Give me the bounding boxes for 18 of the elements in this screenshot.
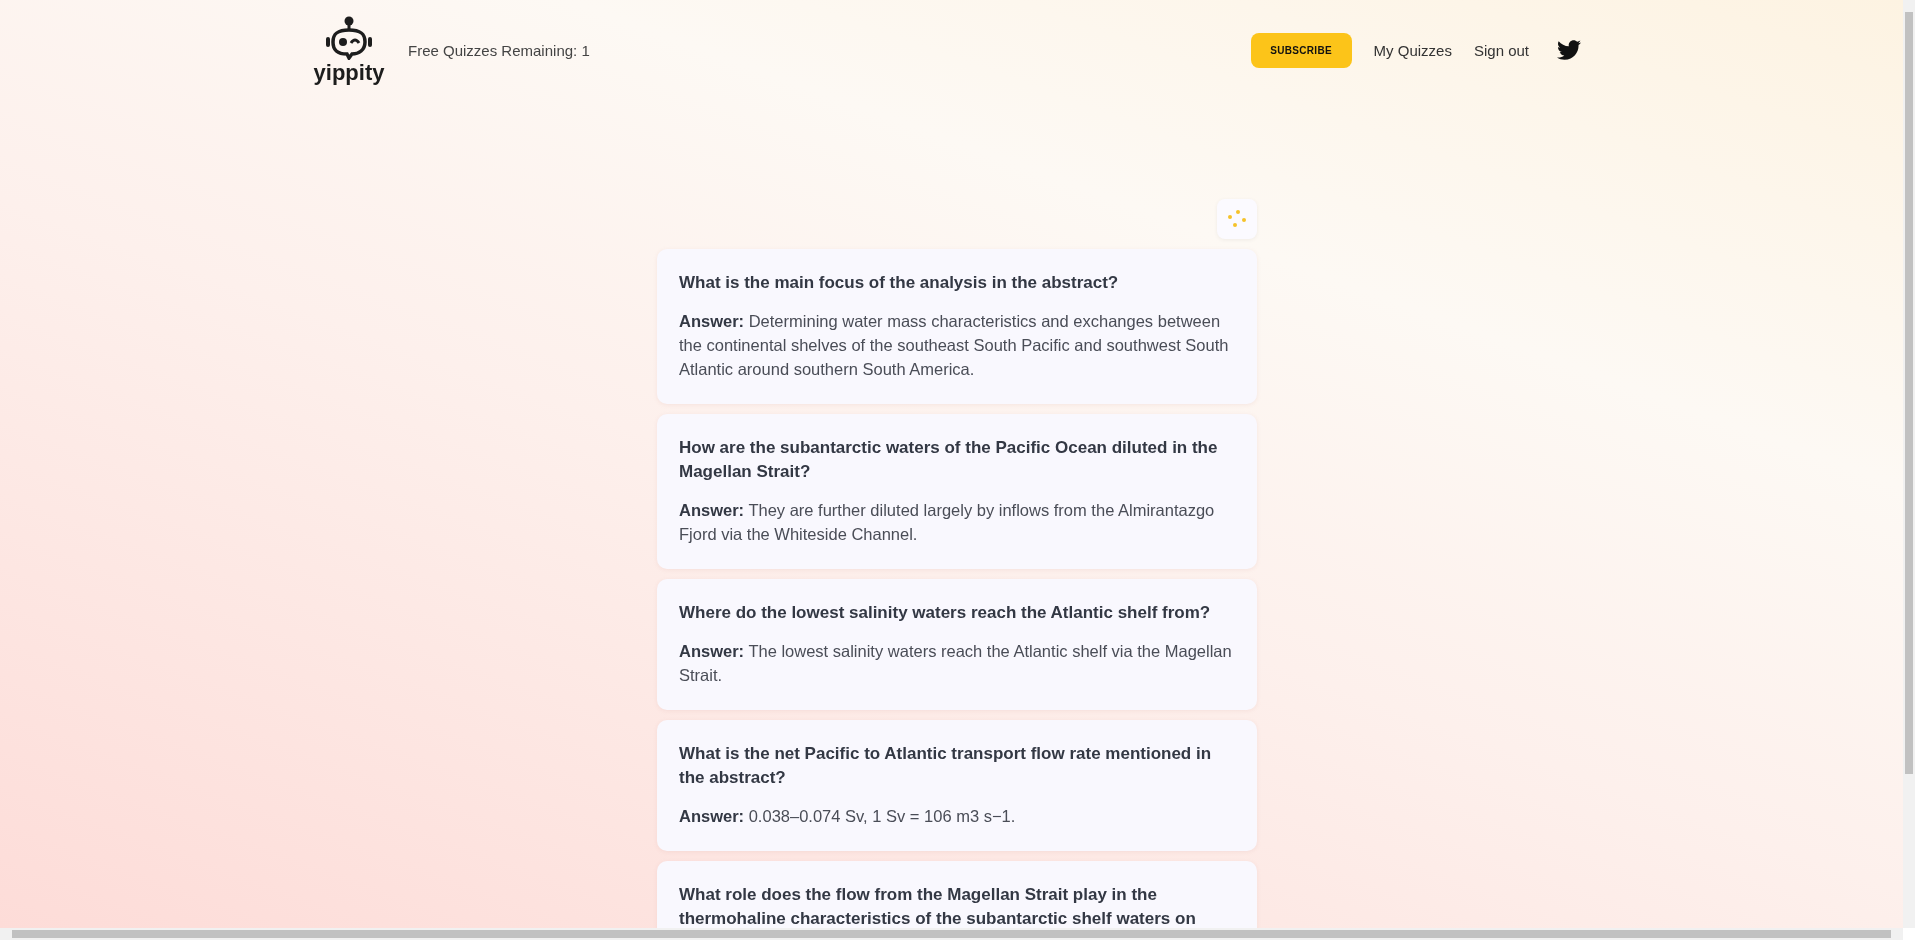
subscribe-button[interactable]: SUBSCRIBE [1250,32,1352,68]
nav-link[interactable]: My Quizzes [1373,41,1452,59]
robot-icon [325,16,373,60]
nav-link[interactable]: Sign out [1473,41,1529,59]
answer-text: Answer: 0.038–0.074 Sv, 1 Sv = 106 m3 s−1. [679,806,1017,827]
question-text: What is the main focus of the analysis in the abstract? [679,272,1120,294]
spinner-icon [1227,209,1247,229]
bird-icon[interactable] [1557,38,1581,62]
answer-text: Answer: The lowest salinity waters reach the Atlantic shelf via the Magellan Strait. [679,641,1233,686]
logo[interactable]: yippity [312,16,386,84]
question-text: Where do the lowest salinity waters reach the Atlantic shelf from? [679,602,1212,624]
quizzes-remaining: Free Quizzes Remaining: 1 [408,41,590,59]
question-text: What is the net Pacific to Atlantic transport flow rate mentioned in the abstract? [679,743,1213,789]
answer-text: Answer: They are further diluted largely by inflows from the Almirantazgo Fjord via the Whiteside Channel. [679,500,1216,545]
answer-text: Answer: Determining water mass characteristics and exchanges between the continental shelves of the southeast South Pacific and southwest South Atlantic around southern South America. [679,311,1230,380]
logo-text: yippity [313,62,385,84]
question-text: What role does the flow from the Magellan Strait play in the thermohaline characteristics of the subantarctic shelf waters on [679,884,1197,928]
question-text: How are the subantarctic waters of the Pacific Ocean diluted in the Magellan Strait? [679,437,1219,483]
